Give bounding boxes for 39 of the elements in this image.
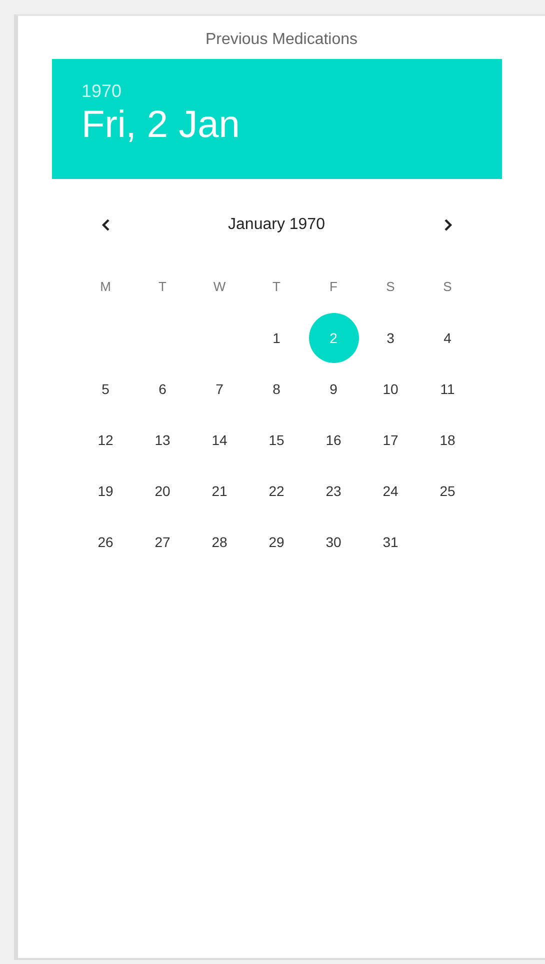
calendar-day[interactable]: 12	[80, 414, 130, 464]
weekday-label: F	[330, 279, 338, 294]
dialog-title: Previous Medications	[205, 31, 358, 49]
calendar-day[interactable]: 27	[138, 516, 188, 566]
calendar-day[interactable]: 29	[252, 516, 302, 566]
calendar-day[interactable]: 26	[80, 516, 130, 566]
calendar-day[interactable]: 30	[308, 516, 358, 566]
calendar-day[interactable]: 14	[194, 414, 244, 464]
weekday-label: S	[443, 279, 452, 294]
calendar-day[interactable]: 1	[252, 312, 302, 362]
weekday-label: T	[272, 279, 280, 294]
calendar-day[interactable]: 23	[308, 466, 358, 516]
calendar-day[interactable]: 11	[422, 364, 472, 414]
calendar-day[interactable]: 16	[308, 414, 358, 464]
calendar-day[interactable]: 18	[422, 414, 472, 464]
weekday-label: M	[100, 279, 111, 294]
weekday-label: S	[386, 279, 395, 294]
month-label: January 1970	[228, 216, 325, 234]
calendar-day[interactable]: 10	[366, 364, 416, 414]
calendar-day[interactable]: 4	[422, 312, 472, 362]
calendar-day[interactable]: 28	[194, 516, 244, 566]
weekday-label: W	[213, 279, 226, 294]
calendar-day[interactable]: 8	[252, 364, 302, 414]
calendar-day[interactable]: 25	[422, 466, 472, 516]
calendar-day[interactable]: 31	[366, 516, 416, 566]
calendar-day[interactable]: 3	[366, 312, 416, 362]
calendar-day[interactable]: 17	[366, 414, 416, 464]
calendar-day[interactable]: 19	[80, 466, 130, 516]
weekday-label: T	[158, 279, 166, 294]
calendar-day[interactable]: 20	[138, 466, 188, 516]
calendar-day[interactable]: 7	[194, 364, 244, 414]
calendar-day[interactable]: 22	[252, 466, 302, 516]
calendar-day[interactable]: 15	[252, 414, 302, 464]
calendar-day[interactable]: 24	[366, 466, 416, 516]
calendar-day[interactable]: 6	[138, 364, 188, 414]
calendar-day[interactable]: 5	[80, 364, 130, 414]
calendar-day[interactable]: 13	[138, 414, 188, 464]
calendar-day[interactable]: 9	[308, 364, 358, 414]
calendar-day[interactable]: 21	[194, 466, 244, 516]
